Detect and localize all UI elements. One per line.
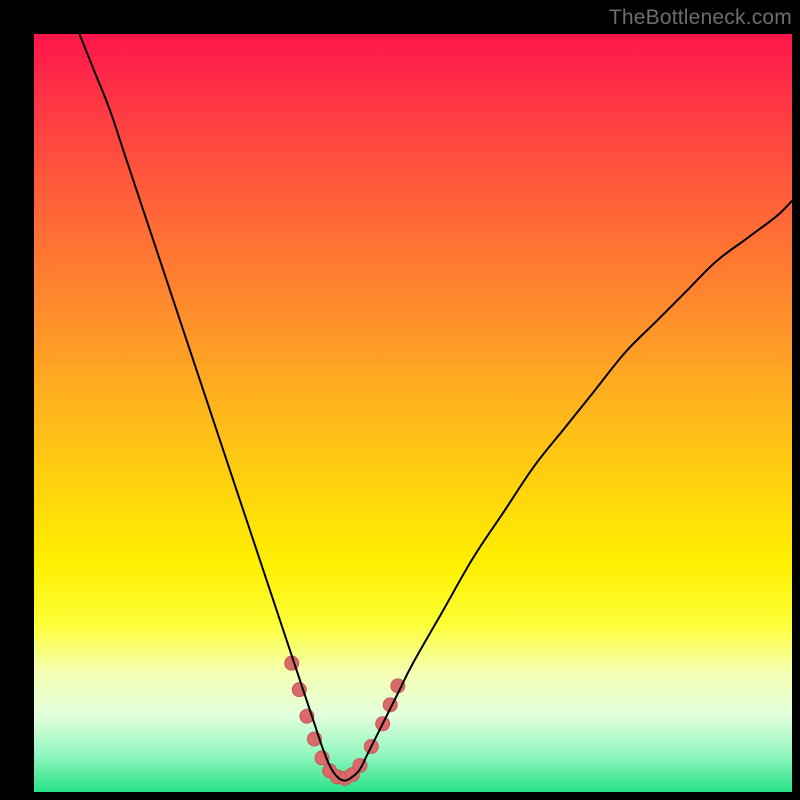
chart-svg (34, 34, 792, 792)
chart-plot-area (34, 34, 792, 792)
bottleneck-curve-path (79, 34, 792, 781)
watermark-text: TheBottleneck.com (609, 6, 792, 30)
marker-dot (391, 679, 405, 693)
marker-layer (285, 656, 405, 785)
chart-frame: TheBottleneck.com (0, 0, 800, 800)
